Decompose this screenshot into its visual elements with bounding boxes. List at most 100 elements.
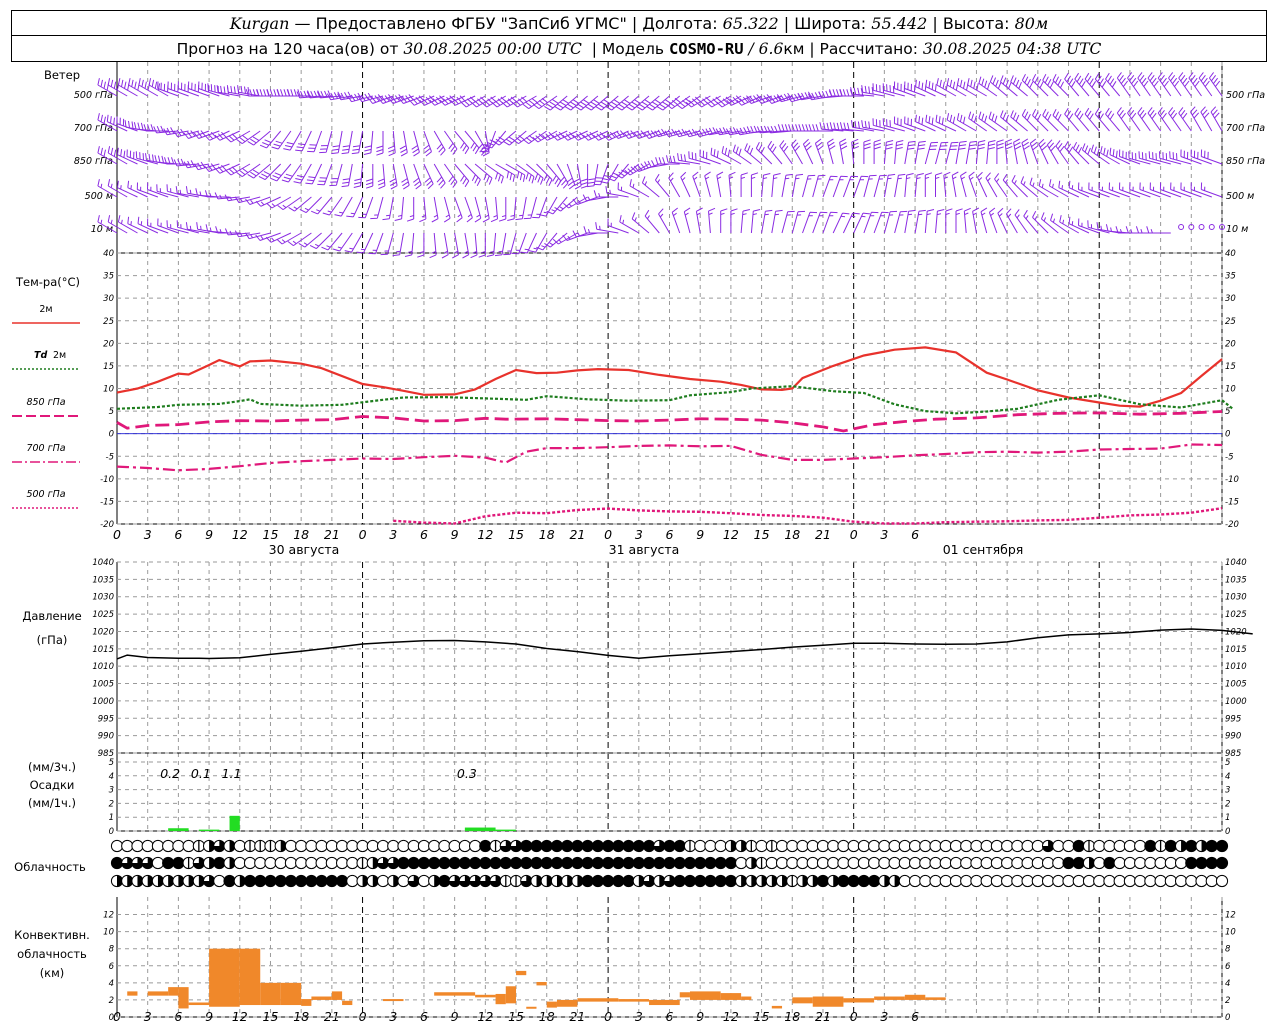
cloud-fill (275, 875, 287, 887)
wind-barb-icon (474, 196, 482, 223)
temp-y-tick-right: 0 (1225, 430, 1230, 440)
conv-bar (720, 993, 742, 1000)
cloud-symbol-icon (612, 856, 625, 870)
cloud-fill (469, 857, 481, 869)
wind-barb-icon (750, 209, 761, 234)
wind-barb-icon (433, 163, 446, 189)
precip-bar (495, 829, 517, 831)
cloud-symbol-icon (346, 874, 359, 888)
wind-barb-icon (914, 173, 924, 198)
x-tick-label: 12 (723, 527, 739, 542)
conv-bar (792, 997, 813, 1004)
legend-label: 700 гПа (26, 443, 65, 454)
conv-bar (188, 1002, 210, 1006)
cloud-fill (213, 857, 225, 869)
cloud-symbol-icon (612, 839, 625, 853)
x-tick-label: 15 (263, 527, 279, 542)
wind-barb-icon (791, 173, 804, 198)
wind-barb-icon (832, 212, 850, 234)
cloud-symbol-icon (1062, 839, 1075, 853)
conv-title-1: Конвективн. (14, 928, 90, 942)
precip-y-tick-right: 3 (1225, 786, 1230, 796)
x-tick-label: 6 (666, 527, 674, 542)
cloud-fill (326, 875, 338, 887)
conv-y-tick-right: 8 (1225, 945, 1231, 955)
cloud-fill (479, 857, 491, 869)
cloud-symbol-icon (366, 856, 379, 870)
cloud-circle (1031, 856, 1044, 870)
conv-title-2: облачность (17, 947, 87, 961)
wind-barb-icon (525, 163, 544, 185)
temp-y-tick-right: 35 (1225, 272, 1236, 282)
cloud-symbol-icon (775, 874, 789, 888)
cloud-symbol-icon (949, 839, 963, 853)
cloud-circle (1164, 874, 1177, 888)
x-tick-label: 21 (324, 527, 340, 542)
conv-y-tick: 6 (109, 962, 115, 972)
wind-barb-icon (515, 196, 527, 221)
cloud-symbol-icon (919, 839, 932, 853)
cloud-fill (408, 857, 420, 869)
wind-barb-icon (341, 163, 353, 188)
wind-barb-icon (377, 163, 386, 190)
cloud-symbol-icon (857, 856, 870, 870)
cloud-symbol-icon (1205, 839, 1218, 853)
cloud-circle (980, 874, 993, 888)
wind-barb-icon (883, 140, 894, 165)
cloud-fill (244, 875, 256, 887)
cloud-symbol-icon (325, 874, 338, 888)
precip-y-tick: 1 (109, 813, 114, 823)
cloud-symbol-icon (632, 856, 645, 870)
cloud-circle (980, 856, 993, 870)
precip-y-tick: 5 (109, 758, 114, 768)
cloud-symbol-icon (602, 874, 615, 888)
cloud-circle (305, 856, 318, 870)
wind-barb-icon (353, 163, 364, 188)
temp-y-tick: 20 (103, 339, 114, 349)
cloud-symbol-icon (1001, 839, 1014, 853)
cloud-circle (847, 856, 860, 870)
wind-barb-icon (587, 163, 599, 188)
cloud-symbol-icon (243, 874, 257, 888)
cloud-circle (857, 856, 870, 870)
cloud-symbol-icon (868, 874, 881, 888)
cloud-symbol-icon (213, 874, 226, 888)
precip-y-tick: 4 (109, 772, 114, 782)
cloud-symbol-icon (949, 874, 963, 888)
cloud-circle (1113, 874, 1126, 888)
cloud-symbol-icon (192, 856, 205, 870)
cloud-circle (1205, 874, 1218, 888)
cloud-symbol-icon (939, 874, 952, 888)
wind-barb-icon (839, 138, 848, 165)
cloud-symbol-icon (438, 839, 451, 853)
x-tick-label: 3 (389, 527, 397, 542)
cloud-symbol-icon (724, 839, 737, 853)
wind-barb-icon (1021, 73, 1039, 97)
cloud-symbol-icon (642, 874, 656, 888)
wind-barb-icon (1081, 143, 1100, 165)
cloud-symbol-icon (295, 839, 308, 853)
legend-label: 2м (53, 350, 66, 361)
x-tick-label: 15 (508, 527, 524, 542)
pressure-y-tick: 1035 (92, 575, 114, 585)
cloud-symbol-icon (724, 874, 737, 888)
wind-barb-icon (204, 130, 230, 141)
cloud-symbol-icon (1103, 856, 1116, 870)
conv-bar (689, 991, 721, 1000)
cloud-circle (980, 839, 993, 853)
cloud-symbol-icon (735, 874, 748, 888)
cloud-symbol-icon (591, 839, 604, 853)
cloud-symbol-icon (202, 839, 216, 853)
cloud-circle (960, 874, 973, 888)
wind-level-label-right: 10 м (1226, 224, 1248, 235)
wind-calm-icon (1178, 224, 1185, 230)
wind-barb-icon (750, 172, 759, 197)
cloud-symbol-icon (448, 856, 461, 870)
cloud-symbol-icon (192, 874, 205, 888)
conv-y-tick: 2 (109, 996, 114, 1006)
cloud-circle (335, 839, 349, 853)
x-tick-label: 9 (205, 527, 213, 542)
cloud-symbol-icon (765, 839, 778, 853)
wind-level-label-right: 500 гПа (1226, 90, 1265, 101)
cloud-fill (715, 875, 727, 887)
